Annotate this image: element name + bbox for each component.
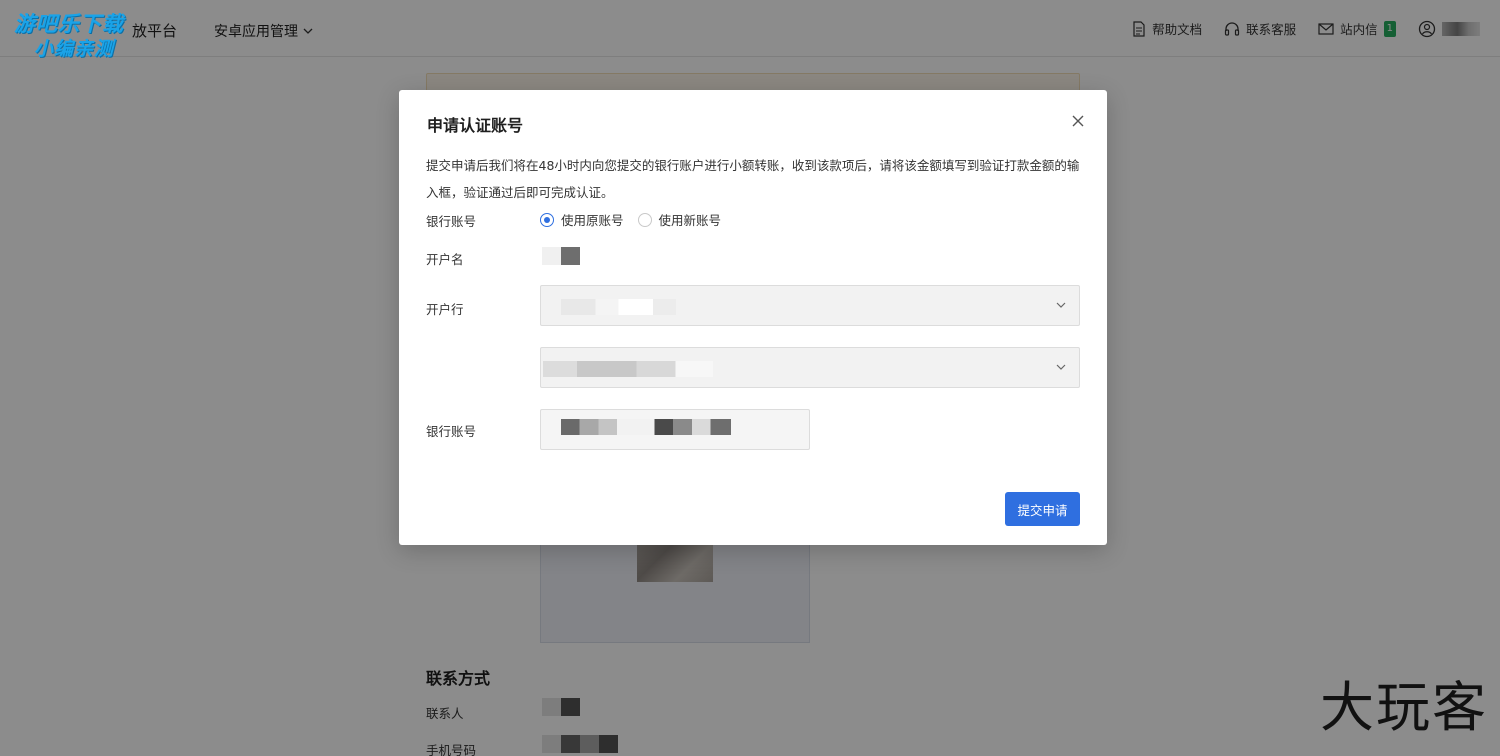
apply-verify-account-dialog: 申请认证账号 提交申请后我们将在48小时内向您提交的银行账户进行小额转账，收到该… — [399, 90, 1107, 545]
chevron-down-icon — [1056, 364, 1066, 370]
radio-use-new-account[interactable]: 使用新账号 — [637, 210, 722, 229]
radio-unchecked-icon — [637, 212, 652, 227]
bank-account-type-label: 银行账号 — [426, 214, 477, 229]
site-watermark-bottom: 大玩客 — [1320, 676, 1488, 739]
bank-select[interactable] — [540, 285, 1080, 326]
chevron-down-icon — [1056, 302, 1066, 308]
bank-number-label: 银行账号 — [426, 424, 477, 439]
close-icon[interactable] — [1071, 114, 1085, 128]
watermark-line2: 小编亲测 — [34, 38, 115, 60]
bank-number-redacted — [561, 419, 731, 435]
dialog-title: 申请认证账号 — [427, 116, 524, 135]
radio-original-label: 使用原账号 — [561, 213, 624, 228]
branch-select-value-redacted — [543, 361, 713, 377]
bank-branch-label: 开户行 — [426, 302, 464, 317]
radio-checked-icon — [540, 212, 554, 227]
dialog-description: 提交申请后我们将在48小时内向您提交的银行账户进行小额转账，收到该款项后，请将该… — [426, 158, 1080, 200]
account-name-label: 开户名 — [426, 252, 464, 267]
radio-new-label: 使用新账号 — [658, 213, 722, 228]
account-name-redacted — [542, 247, 580, 265]
account-type-radio-group: 使用原账号 使用新账号 — [540, 210, 721, 229]
bank-number-input[interactable] — [540, 409, 810, 450]
site-watermark-logo: 游吧乐下载 小编亲测 — [14, 8, 144, 66]
submit-application-button[interactable]: 提交申请 — [1005, 492, 1080, 526]
bank-branch-select[interactable] — [540, 347, 1080, 388]
radio-use-original-account[interactable]: 使用原账号 — [540, 210, 624, 229]
bank-select-value-redacted — [561, 299, 676, 315]
